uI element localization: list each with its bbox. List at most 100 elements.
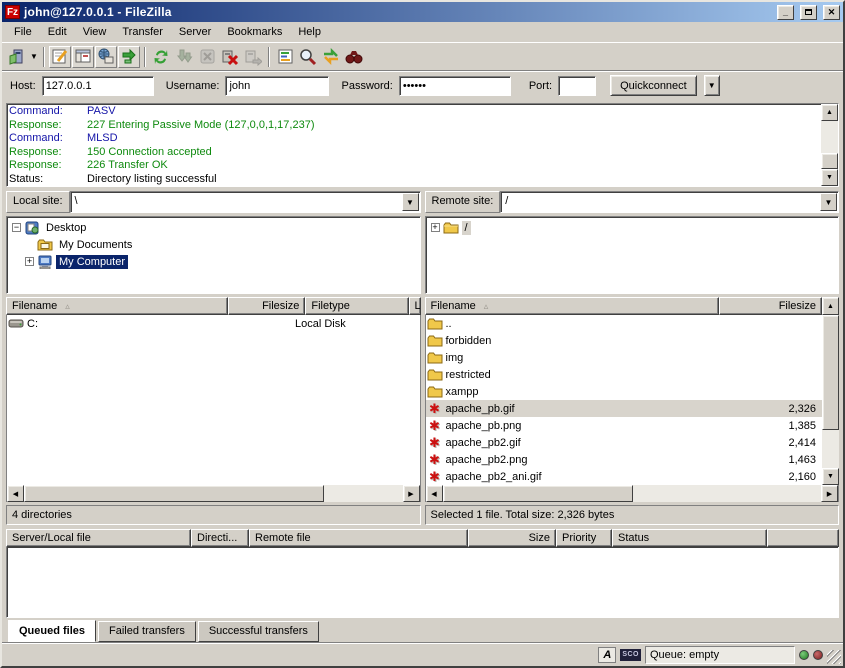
minimize-button[interactable]: _ bbox=[777, 5, 794, 20]
column-header-lastmodified[interactable]: L bbox=[409, 297, 421, 315]
tree-item-root[interactable]: + / bbox=[428, 219, 839, 236]
close-button[interactable]: ✕ bbox=[823, 5, 840, 20]
host-input[interactable] bbox=[42, 76, 154, 96]
menu-view[interactable]: View bbox=[75, 24, 115, 40]
column-header-filesize[interactable]: Filesize bbox=[228, 297, 305, 315]
filter-icon[interactable] bbox=[274, 46, 296, 68]
column-header-remote-file[interactable]: Remote file bbox=[249, 529, 468, 547]
window-title: john@127.0.0.1 - FileZilla bbox=[24, 5, 771, 19]
collapse-icon[interactable]: − bbox=[12, 223, 21, 232]
tab-queued-files[interactable]: Queued files bbox=[8, 620, 96, 642]
remote-file-row-selected[interactable]: ✱ apache_pb.gif 2,326 bbox=[426, 400, 823, 417]
status-indicator-icon[interactable]: SCO bbox=[620, 649, 641, 661]
quickconnect-button[interactable]: Quickconnect bbox=[610, 75, 697, 96]
expand-icon[interactable]: + bbox=[431, 223, 440, 232]
remote-file-row[interactable]: ✱ apache_pb.png 1,385 bbox=[426, 417, 823, 434]
folder-icon bbox=[443, 221, 459, 235]
password-input[interactable] bbox=[399, 76, 511, 96]
scrollbar-thumb[interactable] bbox=[443, 485, 633, 502]
tree-item-my-documents[interactable]: My Documents bbox=[9, 236, 420, 253]
column-header-filetype[interactable]: Filetype bbox=[305, 297, 408, 315]
column-header-size[interactable]: Size bbox=[468, 529, 556, 547]
activity-led-red-icon bbox=[813, 650, 823, 660]
scroll-left-icon[interactable]: ◀ bbox=[7, 485, 24, 502]
port-input[interactable] bbox=[558, 76, 596, 96]
expand-icon[interactable]: + bbox=[25, 257, 34, 266]
menu-file[interactable]: File bbox=[6, 24, 40, 40]
remote-site-combo[interactable]: / ▼ bbox=[500, 191, 839, 213]
column-header-status[interactable]: Status bbox=[612, 529, 767, 547]
scroll-right-icon[interactable]: ▶ bbox=[821, 485, 838, 502]
image-file-icon: ✱ bbox=[426, 419, 444, 432]
menu-bookmarks[interactable]: Bookmarks bbox=[219, 24, 290, 40]
cancel-operation-icon[interactable] bbox=[196, 46, 218, 68]
sort-ascending-icon: ▵ bbox=[65, 301, 70, 312]
tab-failed-transfers[interactable]: Failed transfers bbox=[98, 621, 196, 642]
column-header-filesize[interactable]: Filesize bbox=[719, 297, 822, 315]
remote-file-row[interactable]: ✱ apache_pb2.gif 2,414 bbox=[426, 434, 823, 451]
site-manager-icon[interactable] bbox=[6, 46, 28, 68]
scroll-up-icon[interactable]: ▲ bbox=[821, 104, 838, 121]
toggle-queue-view-icon[interactable] bbox=[118, 46, 140, 68]
scroll-down-icon[interactable]: ▼ bbox=[822, 468, 839, 485]
remote-file-row[interactable]: .. bbox=[426, 315, 823, 332]
tab-successful-transfers[interactable]: Successful transfers bbox=[198, 621, 319, 642]
local-file-row[interactable]: C: Local Disk bbox=[7, 315, 420, 332]
transfer-type-icon[interactable]: A bbox=[598, 647, 616, 663]
remote-file-row[interactable]: ✱ apache_pb2.png 1,463 bbox=[426, 451, 823, 468]
toggle-local-treeview-icon[interactable] bbox=[72, 46, 94, 68]
remote-site-value[interactable]: / bbox=[501, 192, 819, 212]
queue-header: Server/Local file Directi... Remote file… bbox=[6, 529, 839, 547]
menu-edit[interactable]: Edit bbox=[40, 24, 75, 40]
remote-file-list: Filename ▵ Filesize ▲ .. bbox=[425, 297, 840, 502]
username-input[interactable] bbox=[225, 76, 329, 96]
column-header-server-local-file[interactable]: Server/Local file bbox=[6, 529, 191, 547]
column-header-direction[interactable]: Directi... bbox=[191, 529, 249, 547]
chevron-down-icon[interactable]: ▼ bbox=[402, 193, 419, 211]
scroll-right-icon[interactable]: ▶ bbox=[403, 485, 420, 502]
disconnect-icon[interactable] bbox=[219, 46, 241, 68]
scrollbar-thumb[interactable] bbox=[821, 153, 838, 169]
synchronized-browsing-icon[interactable] bbox=[343, 46, 365, 68]
scroll-up-icon[interactable]: ▲ bbox=[822, 297, 839, 315]
scrollbar-thumb[interactable] bbox=[24, 485, 324, 502]
local-site-value[interactable]: \ bbox=[71, 192, 401, 212]
remote-file-row[interactable]: forbidden bbox=[426, 332, 823, 349]
column-header-filename[interactable]: Filename ▵ bbox=[6, 297, 228, 315]
selected-tree-label[interactable]: My Computer bbox=[56, 255, 128, 269]
quickconnect-dropdown-icon[interactable]: ▼ bbox=[704, 75, 720, 96]
reconnect-icon[interactable] bbox=[242, 46, 264, 68]
scroll-left-icon[interactable]: ◀ bbox=[426, 485, 443, 502]
maximize-button[interactable] bbox=[800, 5, 817, 20]
remote-file-row[interactable]: ✱ apache_pb2_ani.gif 2,160 bbox=[426, 468, 823, 485]
search-icon[interactable] bbox=[297, 46, 319, 68]
log-vertical-scrollbar[interactable]: ▲ ▼ bbox=[821, 104, 838, 186]
process-queue-icon[interactable] bbox=[173, 46, 195, 68]
directory-comparison-icon[interactable] bbox=[320, 46, 342, 68]
log-line: Command:PASV bbox=[9, 105, 819, 119]
menu-server[interactable]: Server bbox=[171, 24, 219, 40]
tree-item-my-computer[interactable]: + My Computer bbox=[9, 253, 420, 270]
menu-help[interactable]: Help bbox=[290, 24, 329, 40]
remote-file-row[interactable]: img bbox=[426, 349, 823, 366]
resize-grip[interactable] bbox=[827, 650, 841, 664]
column-header-filename[interactable]: Filename ▵ bbox=[425, 297, 720, 315]
remote-vertical-scrollbar[interactable]: ▼ bbox=[822, 315, 839, 485]
toggle-message-log-icon[interactable] bbox=[49, 46, 71, 68]
local-site-combo[interactable]: \ ▼ bbox=[70, 191, 421, 213]
remote-file-row[interactable]: restricted bbox=[426, 366, 823, 383]
remote-file-row[interactable]: xampp bbox=[426, 383, 823, 400]
toggle-remote-treeview-icon[interactable] bbox=[95, 46, 117, 68]
column-header-priority[interactable]: Priority bbox=[556, 529, 612, 547]
menu-transfer[interactable]: Transfer bbox=[114, 24, 171, 40]
remote-horizontal-scrollbar[interactable]: ◀ ▶ bbox=[425, 485, 840, 502]
local-horizontal-scrollbar[interactable]: ◀ ▶ bbox=[6, 485, 421, 502]
transfer-queue: Server/Local file Directi... Remote file… bbox=[6, 529, 839, 618]
scroll-down-icon[interactable]: ▼ bbox=[821, 169, 838, 186]
my-documents-folder-icon bbox=[37, 238, 53, 252]
chevron-down-icon[interactable]: ▼ bbox=[820, 193, 837, 211]
site-manager-dropdown-icon[interactable]: ▼ bbox=[29, 46, 39, 68]
refresh-icon[interactable] bbox=[150, 46, 172, 68]
tree-item-desktop[interactable]: − Desktop bbox=[9, 219, 420, 236]
scrollbar-thumb[interactable] bbox=[822, 315, 839, 430]
